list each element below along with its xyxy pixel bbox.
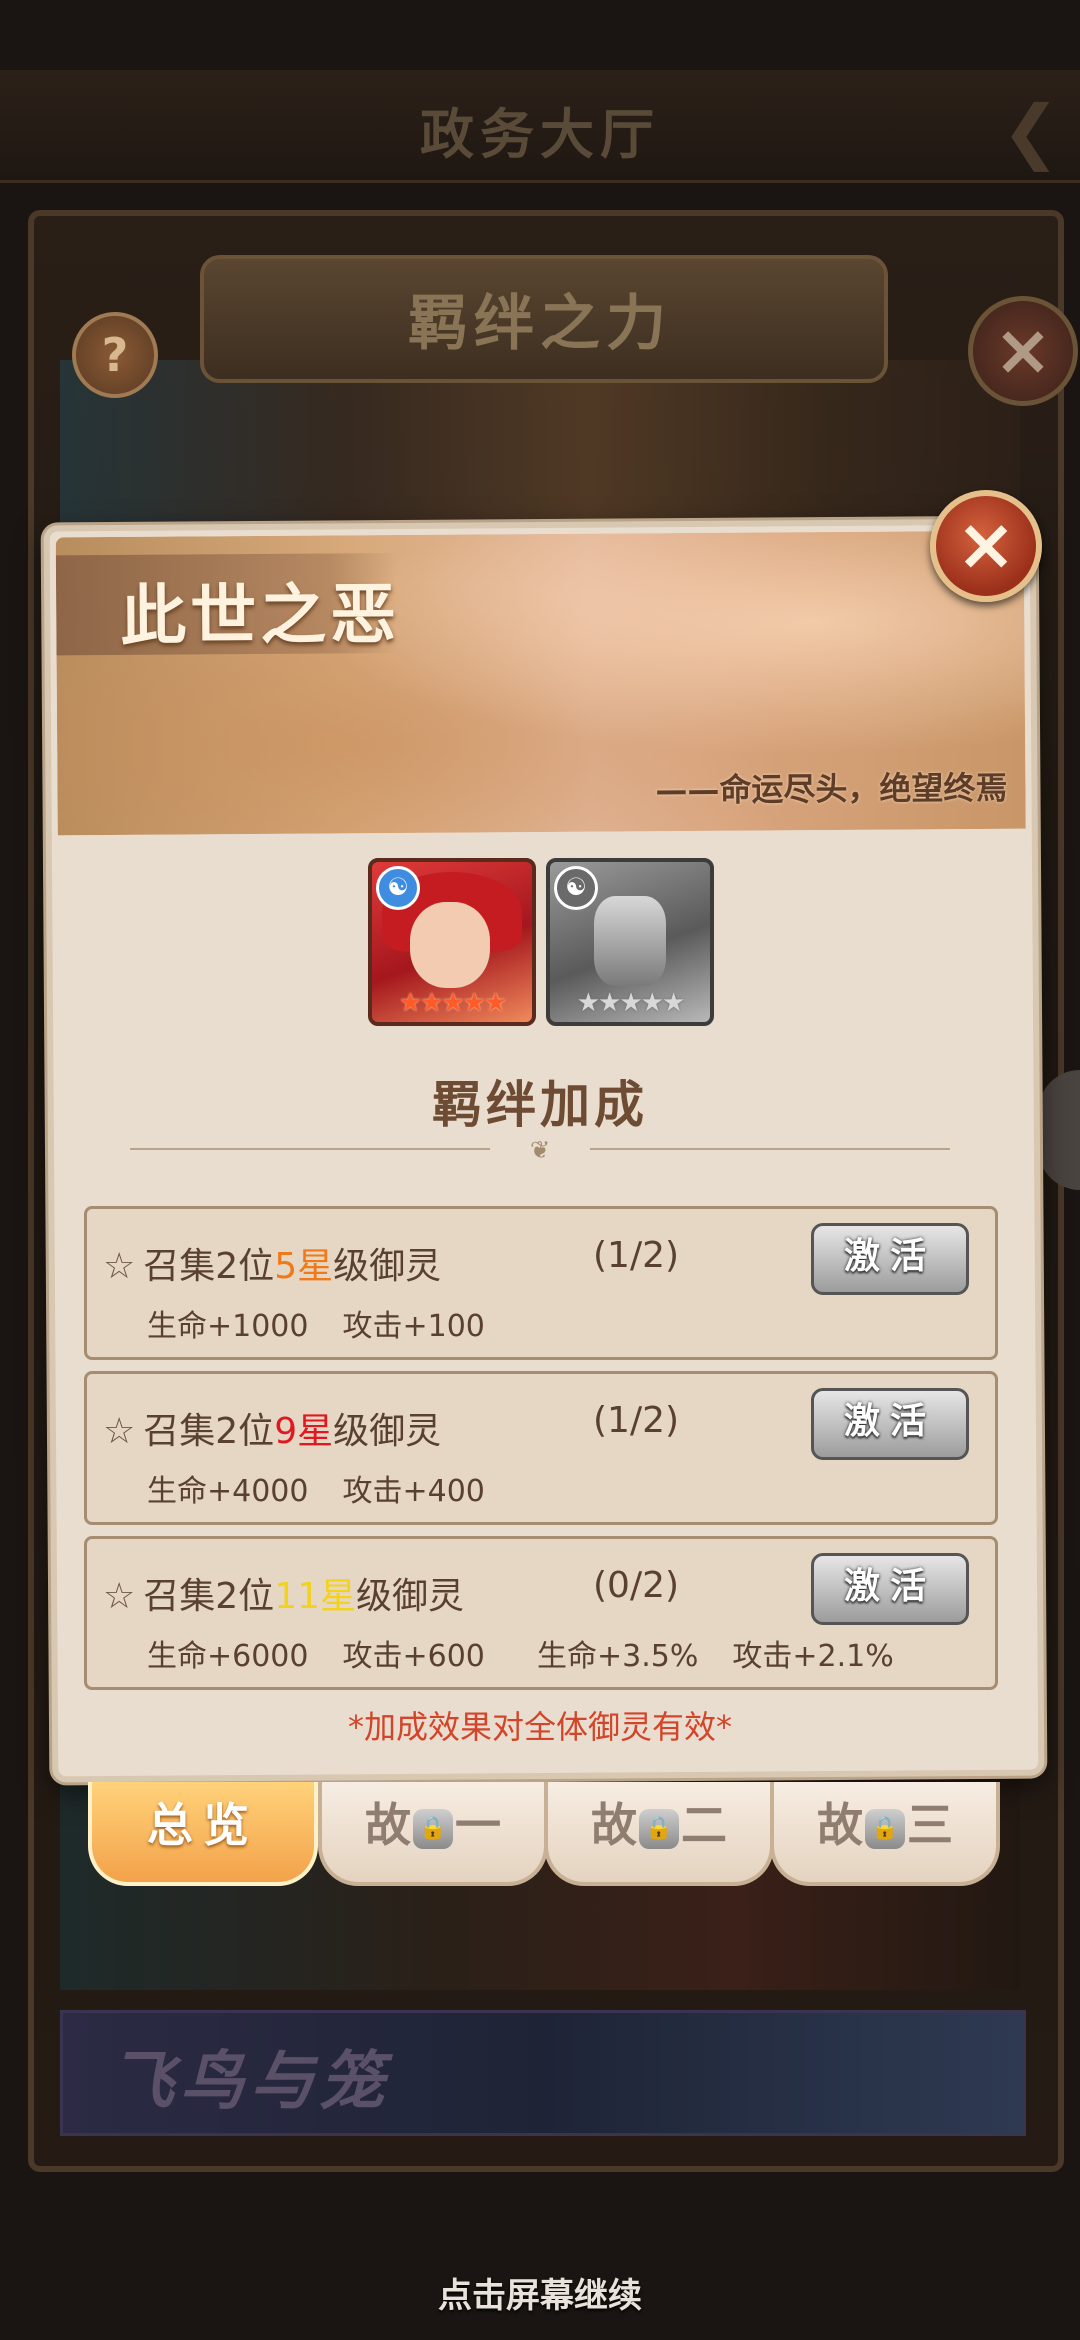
hero-portrait-armored[interactable]: ☯ ★★★★★ xyxy=(546,858,714,1026)
hero-stars: ★★★★★ xyxy=(398,988,508,1018)
star-outline-icon: ☆ xyxy=(103,1411,136,1452)
bonus-row: ☆ 召集2位5星级御灵 (1/2) 激活 生命+1000 攻击+100 xyxy=(84,1206,998,1360)
activate-button[interactable]: 激活 xyxy=(811,1223,969,1295)
section-title: 羁绊加成 xyxy=(432,1076,648,1134)
activate-button[interactable]: 激活 xyxy=(811,1553,969,1625)
bonus-note: *加成效果对全体御灵有效* xyxy=(347,1708,732,1746)
background-banner-title: 羁绊之力 xyxy=(408,289,672,359)
element-icon: ☯ xyxy=(554,866,598,910)
tab-story-3[interactable]: 故 🔒 三 xyxy=(770,1782,1000,1886)
bonus-row-title: ☆ 召集2位11星级御灵 xyxy=(103,1576,465,1617)
element-icon: ☯ xyxy=(376,866,420,910)
hp-bonus: 生命+6000 xyxy=(147,1639,309,1674)
dialog-title: 此世之恶 xyxy=(119,574,401,655)
bonus-row-title: ☆ 召集2位9星级御灵 xyxy=(103,1411,442,1452)
dialog-subtitle: ——命运尽头，绝望终焉 xyxy=(655,768,1008,810)
bonus-row-title: ☆ 召集2位5星级御灵 xyxy=(103,1246,442,1287)
hero-stars: ★★★★★ xyxy=(576,988,686,1018)
hp-bonus: 生命+1000 xyxy=(147,1309,309,1344)
bonus-progress: (1/2) xyxy=(593,1400,680,1441)
help-icon[interactable]: ? xyxy=(72,312,158,398)
hero-portrait-red-hair[interactable]: ☯ ★★★★★ xyxy=(368,858,536,1026)
hero-face xyxy=(594,896,666,986)
star-level: 11星 xyxy=(274,1576,356,1617)
atk-bonus: 攻击+400 xyxy=(342,1474,485,1509)
lock-icon: 🔒 xyxy=(413,1808,453,1849)
background-close-icon[interactable]: × xyxy=(968,296,1078,406)
activate-button[interactable]: 激活 xyxy=(811,1388,969,1460)
bonus-row: ☆ 召集2位9星级御灵 (1/2) 激活 生命+4000 攻击+400 xyxy=(84,1371,998,1525)
bonus-progress: (1/2) xyxy=(593,1235,680,1276)
close-icon[interactable]: × xyxy=(930,490,1042,602)
tab-story-2[interactable]: 故 🔒 二 xyxy=(544,1782,774,1886)
header-art: 此世之恶 ——命运尽头，绝望终焉 xyxy=(55,530,1026,836)
tap-to-continue[interactable]: 点击屏幕继续 xyxy=(0,2268,1080,2317)
bonus-row: ☆ 召集2位11星级御灵 (0/2) 激活 生命+6000 攻击+600 生命+3.… xyxy=(84,1536,998,1690)
bonus-stats: 生命+6000 攻击+600 生命+3.5% 攻击+2.1% xyxy=(147,1631,894,1675)
lock-icon: 🔒 xyxy=(639,1808,679,1849)
star-level: 9星 xyxy=(274,1411,334,1452)
bonus-stats: 生命+4000 攻击+400 xyxy=(147,1466,519,1510)
ornament-divider: ❦ xyxy=(130,1136,950,1164)
tab-overview[interactable]: 总览 xyxy=(88,1782,318,1886)
lock-icon: 🔒 xyxy=(865,1808,905,1849)
hero-face xyxy=(410,902,490,988)
atk-bonus: 攻击+100 xyxy=(342,1309,485,1344)
hp-bonus: 生命+4000 xyxy=(147,1474,309,1509)
bonus-progress: (0/2) xyxy=(593,1565,680,1606)
star-outline-icon: ☆ xyxy=(103,1246,136,1287)
bonus-stats: 生命+1000 攻击+100 xyxy=(147,1301,519,1345)
star-level: 5星 xyxy=(274,1246,334,1287)
back-arrow-icon: ❮ xyxy=(1001,90,1060,172)
star-outline-icon: ☆ xyxy=(103,1576,136,1617)
background-hall-title: 政务大厅 xyxy=(420,103,660,166)
background-story-card-title: 飞鸟与笼 xyxy=(110,2045,390,2119)
tab-story-1[interactable]: 故 🔒 一 xyxy=(318,1782,548,1886)
hp-pct-bonus: 生命+3.5% xyxy=(537,1639,699,1674)
atk-bonus: 攻击+600 xyxy=(342,1639,485,1674)
atk-pct-bonus: 攻击+2.1% xyxy=(732,1639,894,1674)
